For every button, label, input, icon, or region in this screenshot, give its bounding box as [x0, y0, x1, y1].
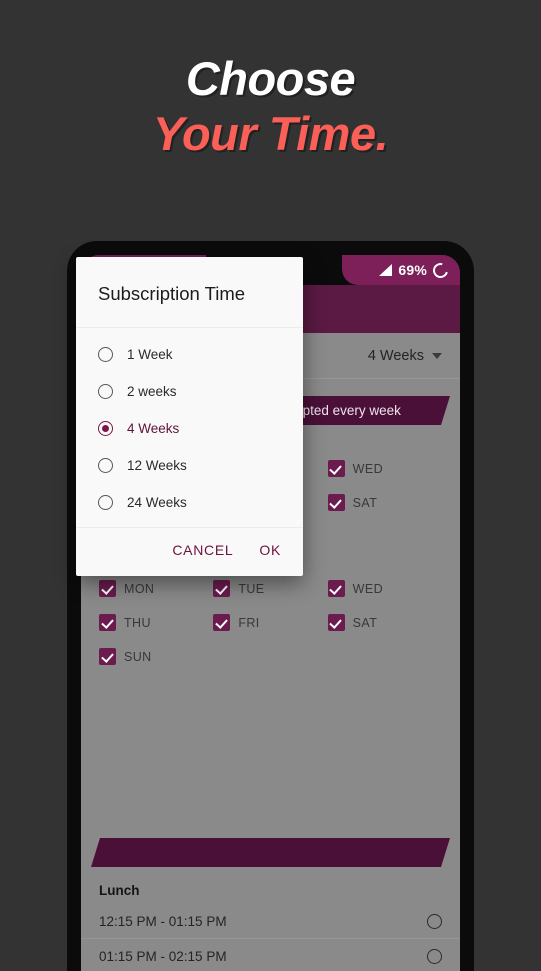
time-slot-radio[interactable] [427, 913, 442, 929]
checkbox-icon[interactable] [99, 614, 116, 631]
time-slot-row[interactable]: 01:15 PM - 02:15 PM [81, 939, 460, 971]
day-label: WED [352, 461, 384, 476]
checkbox-icon[interactable] [99, 580, 116, 597]
lunch-slots-heading: Lunch [99, 883, 140, 898]
subscription-time-dialog: Subscription Time 1 Week 2 weeks 4 Weeks… [76, 257, 303, 576]
day-label: THU [124, 615, 151, 630]
status-bar-right: 69% [342, 255, 460, 285]
dialog-option-label: 1 Week [127, 347, 173, 362]
signal-icon [379, 264, 393, 276]
subscription-time-right[interactable]: 4 Weeks [368, 348, 442, 364]
dialog-title: Subscription Time [76, 257, 303, 328]
checkbox-icon[interactable] [213, 614, 231, 631]
day-label: SAT [352, 495, 378, 510]
dialog-option-label: 2 weeks [127, 384, 177, 399]
time-slot-label: 01:15 PM - 02:15 PM [99, 948, 227, 964]
radio-icon[interactable] [98, 458, 113, 473]
promo-heading: Choose Your Time. [0, 54, 541, 164]
cancel-button[interactable]: CANCEL [172, 542, 233, 558]
slots-section: Lunch 12:15 PM - 01:15 PM 01:15 PM - 02:… [81, 873, 460, 971]
checkbox-icon[interactable] [327, 580, 345, 597]
dialog-option-12-weeks[interactable]: 12 Weeks [76, 447, 303, 484]
dialog-option-1-week[interactable]: 1 Week [76, 336, 303, 373]
dialog-actions: CANCEL OK [76, 527, 303, 576]
day-checkbox-wed[interactable]: WED [327, 580, 442, 597]
day-checkbox-tue[interactable]: TUE [213, 580, 327, 597]
battery-ring-icon [430, 259, 451, 281]
dialog-options-list: 1 Week 2 weeks 4 Weeks 12 Weeks 24 Weeks [76, 328, 303, 527]
checkbox-icon[interactable] [99, 648, 116, 665]
day-label: WED [352, 581, 384, 596]
dialog-option-label: 24 Weeks [127, 495, 187, 510]
day-checkbox-thu[interactable]: THU [99, 614, 213, 631]
dinner-days-grid: MON TUE WED THU FRI SAT SUN [81, 580, 460, 665]
slots-banner [91, 838, 450, 867]
dialog-option-label: 12 Weeks [127, 458, 187, 473]
radio-icon[interactable] [98, 495, 113, 510]
day-checkbox-sun[interactable]: SUN [99, 648, 213, 665]
time-slot-radio[interactable] [427, 948, 442, 964]
chevron-down-icon[interactable] [432, 352, 442, 359]
checkbox-icon[interactable] [213, 580, 231, 597]
day-label: SAT [352, 615, 378, 630]
radio-icon[interactable] [98, 384, 113, 399]
dialog-option-2-weeks[interactable]: 2 weeks [76, 373, 303, 410]
day-checkbox-sat[interactable]: SAT [327, 614, 442, 631]
checkbox-icon[interactable] [327, 494, 345, 511]
day-checkbox-fri[interactable]: FRI [213, 614, 327, 631]
day-label: SUN [124, 649, 152, 664]
day-checkbox-mon[interactable]: MON [99, 580, 213, 597]
radio-icon-selected[interactable] [98, 421, 113, 436]
promo-line-2: Your Time. [152, 107, 389, 161]
ok-button[interactable]: OK [259, 542, 281, 558]
subscription-time-value: 4 Weeks [367, 347, 424, 364]
day-label: FRI [238, 615, 260, 630]
time-slot-label: 12:15 PM - 01:15 PM [99, 913, 227, 929]
dialog-option-24-weeks[interactable]: 24 Weeks [76, 484, 303, 521]
radio-icon[interactable] [98, 347, 113, 362]
dialog-option-label: 4 Weeks [127, 421, 180, 436]
battery-percent: 69% [398, 262, 427, 278]
day-checkbox-sat[interactable]: SAT [327, 494, 442, 511]
promo-line-1: Choose [185, 52, 356, 105]
dialog-option-4-weeks[interactable]: 4 Weeks [76, 410, 303, 447]
time-slot-row[interactable]: 12:15 PM - 01:15 PM [81, 904, 460, 939]
day-label: MON [124, 581, 155, 596]
checkbox-icon[interactable] [327, 460, 345, 477]
day-label: TUE [238, 581, 265, 596]
day-checkbox-wed[interactable]: WED [327, 460, 442, 477]
checkbox-icon[interactable] [327, 614, 345, 631]
